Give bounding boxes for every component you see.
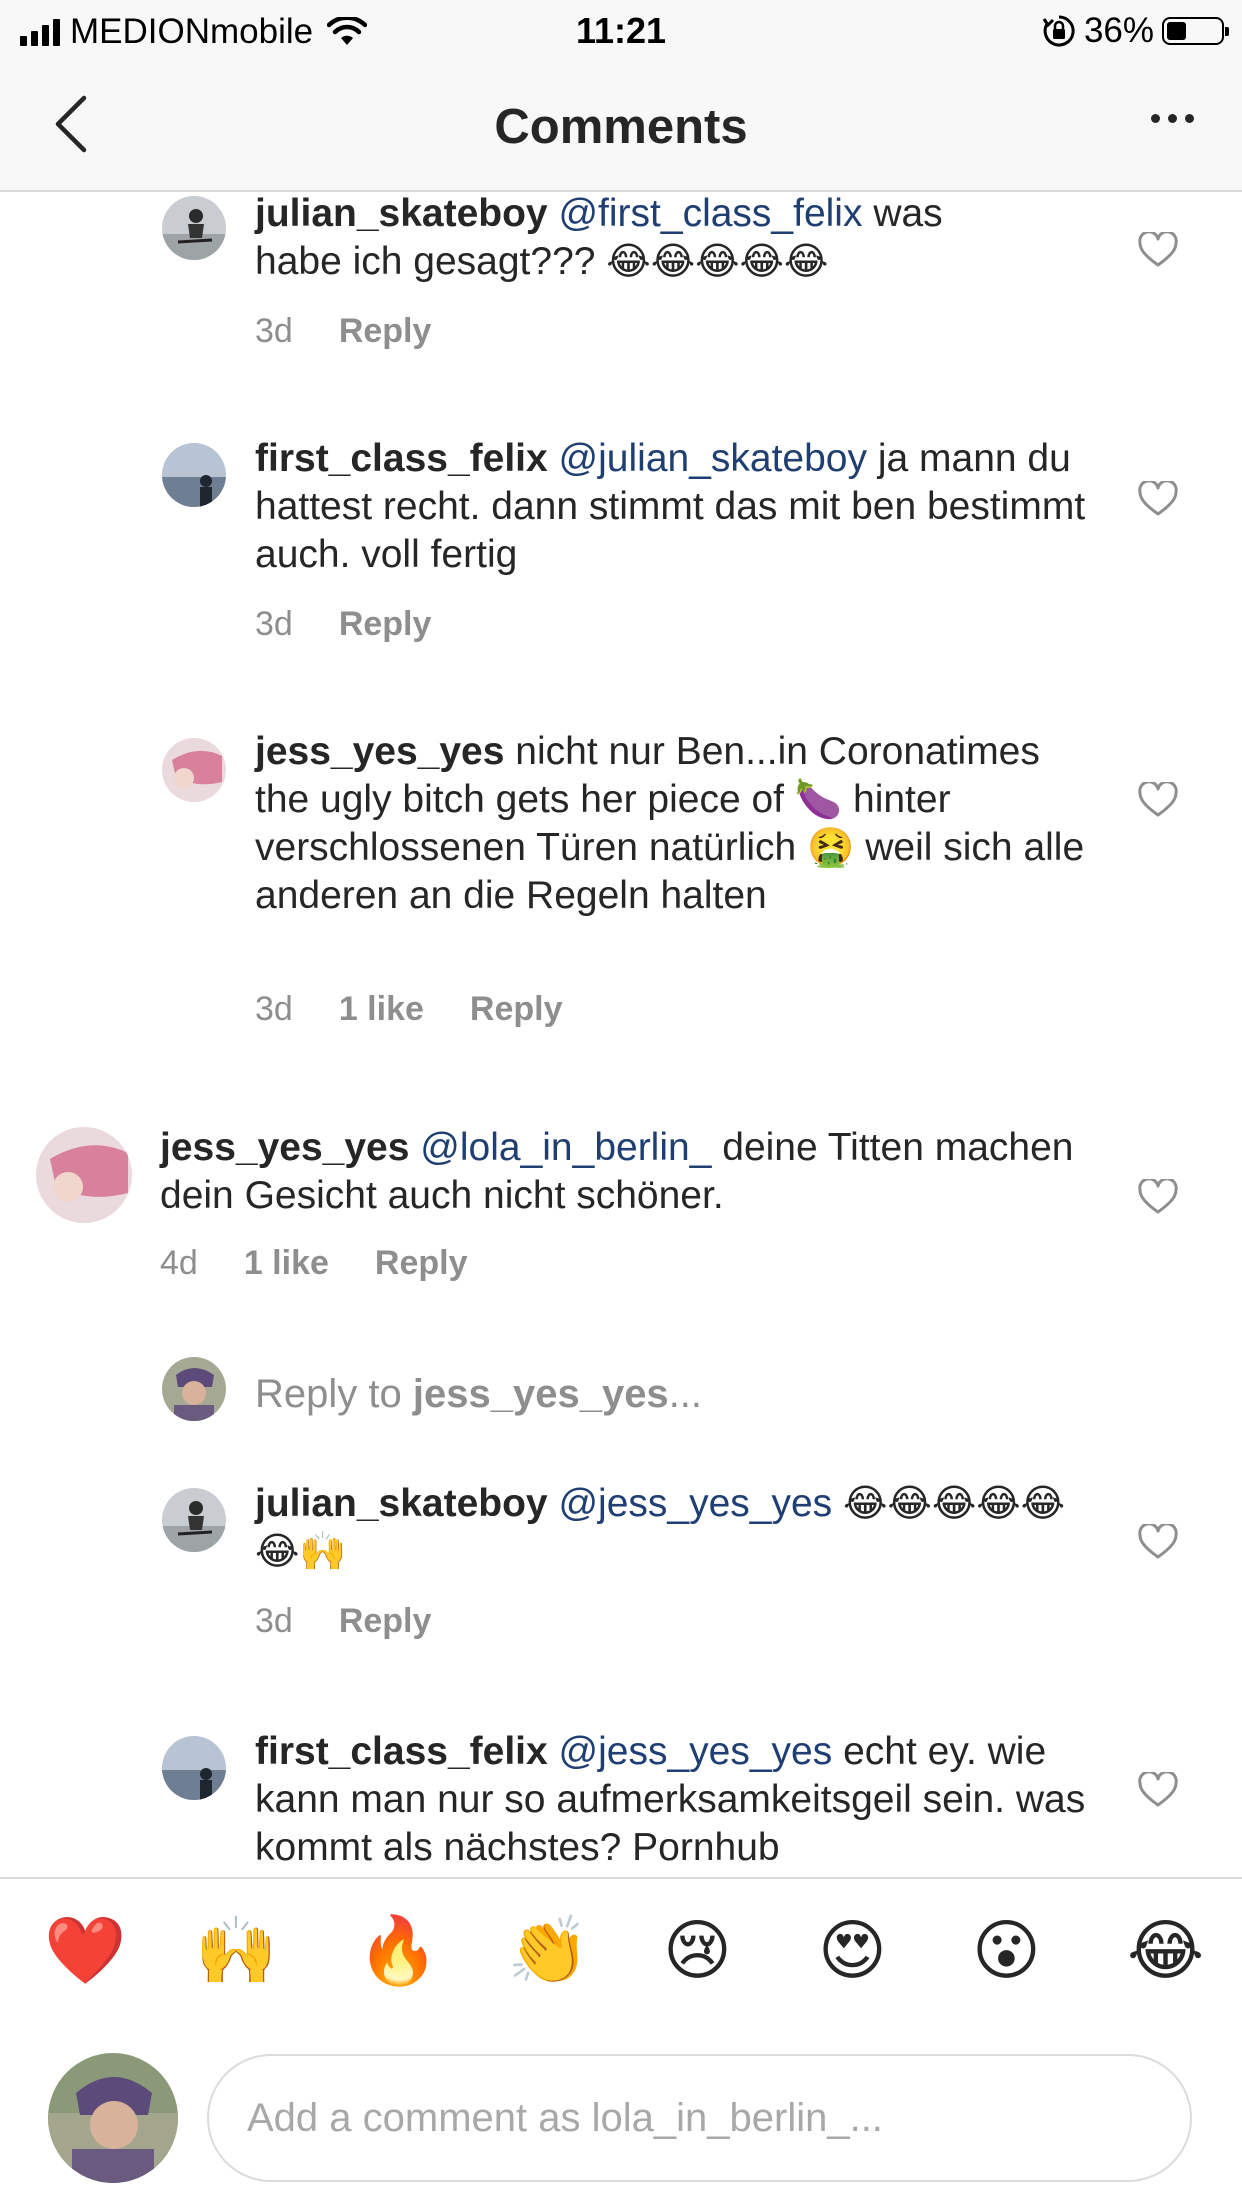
reply-button[interactable]: Reply — [339, 1602, 432, 1641]
comment-text: jess_yes_yes @lola_in_berlin_ deine Titt… — [160, 1124, 1095, 1220]
raising-hands-emoji-icon[interactable]: 🙌 — [195, 1917, 277, 1983]
comment-username[interactable]: jess_yes_yes — [255, 730, 504, 773]
comment-item: julian_skateboy @jess_yes_yes 😂😂😂😂😂😂🙌 3d… — [0, 1482, 1242, 1682]
comment-mention[interactable]: @jess_yes_yes — [558, 1482, 832, 1525]
comment-text-part: habe ich gesagt??? — [255, 240, 607, 283]
current-user-avatar — [48, 2053, 178, 2183]
comment-meta: 3d Reply — [255, 312, 431, 351]
laughing-emoji-icon[interactable]: 😂 — [1127, 1917, 1204, 1983]
comment-time: 4d — [160, 1244, 198, 1282]
reply-button[interactable]: Reply — [470, 990, 563, 1029]
vomiting-face-emoji-icon: 🤮 — [807, 827, 855, 869]
crying-face-emoji-icon[interactable]: 😢 — [663, 1917, 732, 1983]
comment-composer — [0, 2037, 1242, 2208]
like-heart-icon[interactable] — [1138, 481, 1178, 517]
comment-text: jess_yes_yes nicht nur Ben...in Coronati… — [255, 728, 1095, 920]
reply-to-suffix: ... — [668, 1372, 703, 1416]
comment-item: jess_yes_yes @lola_in_berlin_ deine Titt… — [0, 1124, 1242, 1327]
comment-mention[interactable]: @lola_in_berlin_ — [420, 1126, 711, 1169]
avatar[interactable] — [162, 196, 226, 260]
comment-username[interactable]: first_class_felix — [255, 1730, 548, 1773]
more-options-icon[interactable] — [1151, 114, 1194, 123]
clapping-hands-emoji-icon[interactable]: 👏 — [507, 1917, 589, 1983]
comment-text: first_class_felix @jess_yes_yes echt ey.… — [255, 1728, 1095, 1872]
eggplant-emoji-icon: 🍆 — [794, 779, 843, 821]
surprised-face-emoji-icon[interactable]: 😮 — [972, 1917, 1041, 1983]
heart-eyes-emoji-icon[interactable]: 😍 — [818, 1917, 887, 1983]
comment-input[interactable] — [207, 2054, 1192, 2182]
reply-to-prompt[interactable]: Reply to jess_yes_yes... — [255, 1372, 702, 1417]
comment-time: 3d — [255, 1602, 293, 1640]
comment-text: first_class_felix @julian_skateboy ja ma… — [255, 435, 1095, 579]
avatar[interactable] — [162, 1488, 226, 1552]
comment-item: first_class_felix @jess_yes_yes echt ey.… — [0, 1730, 1242, 1877]
like-heart-icon[interactable] — [1138, 782, 1178, 818]
fire-emoji-icon[interactable]: 🔥 — [357, 1917, 439, 1983]
comment-time: 3d — [255, 312, 293, 350]
like-heart-icon[interactable] — [1138, 1179, 1178, 1215]
comment-item: first_class_felix @julian_skateboy ja ma… — [0, 437, 1242, 677]
comment-username[interactable]: first_class_felix — [255, 437, 548, 480]
red-heart-emoji-icon[interactable]: ❤️ — [44, 1917, 126, 1983]
comment-item: julian_skateboy @first_class_felix was h… — [0, 192, 1242, 392]
comment-text: julian_skateboy @first_class_felix was h… — [255, 192, 1095, 286]
laughing-emoji-icon: 😂😂😂😂😂 — [606, 241, 829, 283]
reply-to-username: jess_yes_yes — [412, 1372, 669, 1416]
battery-fill — [1167, 22, 1186, 40]
comment-text-part: was — [873, 192, 943, 235]
comment-text: julian_skateboy @jess_yes_yes 😂😂😂😂😂😂🙌 — [255, 1480, 1095, 1576]
rotation-lock-icon — [1042, 15, 1075, 47]
comment-meta: 3d Reply — [255, 1602, 431, 1641]
reply-to-prefix: Reply to — [255, 1372, 413, 1416]
page-title: Comments — [494, 100, 748, 154]
avatar[interactable] — [36, 1127, 132, 1223]
battery-icon — [1162, 17, 1229, 45]
avatar[interactable] — [162, 1736, 226, 1800]
status-bar: MEDIONmobile 11:21 36% — [0, 0, 1242, 64]
like-heart-icon[interactable] — [1138, 1772, 1178, 1808]
battery-percentage: 36% — [1083, 11, 1154, 50]
avatar[interactable] — [162, 443, 226, 507]
current-user-avatar — [162, 1357, 226, 1421]
comment-list[interactable]: julian_skateboy @first_class_felix was h… — [0, 192, 1242, 1877]
quick-emoji-bar: ❤️ 🙌 🔥 👏 😢 😍 😮 😂 — [0, 1877, 1242, 2037]
reply-button[interactable]: Reply — [375, 1244, 468, 1283]
comment-mention[interactable]: @jess_yes_yes — [559, 1730, 833, 1773]
status-right: 36% — [1042, 11, 1229, 51]
like-count[interactable]: 1 like — [244, 1244, 329, 1283]
comment-meta: 4d 1 like Reply — [160, 1244, 468, 1283]
comment-time: 3d — [255, 605, 293, 643]
comment-mention[interactable]: @julian_skateboy — [559, 437, 867, 480]
comment-mention[interactable]: @first_class_felix — [558, 192, 862, 235]
comment-meta: 3d 1 like Reply — [255, 990, 563, 1029]
comment-username[interactable]: julian_skateboy — [255, 192, 548, 235]
comment-time: 3d — [255, 990, 293, 1028]
comment-username[interactable]: jess_yes_yes — [160, 1126, 409, 1169]
avatar[interactable] — [162, 738, 226, 802]
comment-item: jess_yes_yes nicht nur Ben...in Coronati… — [0, 730, 1242, 1062]
like-count[interactable]: 1 like — [339, 990, 424, 1029]
reply-button[interactable]: Reply — [339, 605, 432, 644]
like-heart-icon[interactable] — [1138, 232, 1178, 268]
comment-username[interactable]: julian_skateboy — [255, 1482, 548, 1525]
navigation-bar: Comments — [0, 64, 1242, 192]
reply-button[interactable]: Reply — [339, 312, 432, 351]
like-heart-icon[interactable] — [1138, 1524, 1178, 1560]
comment-meta: 3d Reply — [255, 605, 431, 644]
